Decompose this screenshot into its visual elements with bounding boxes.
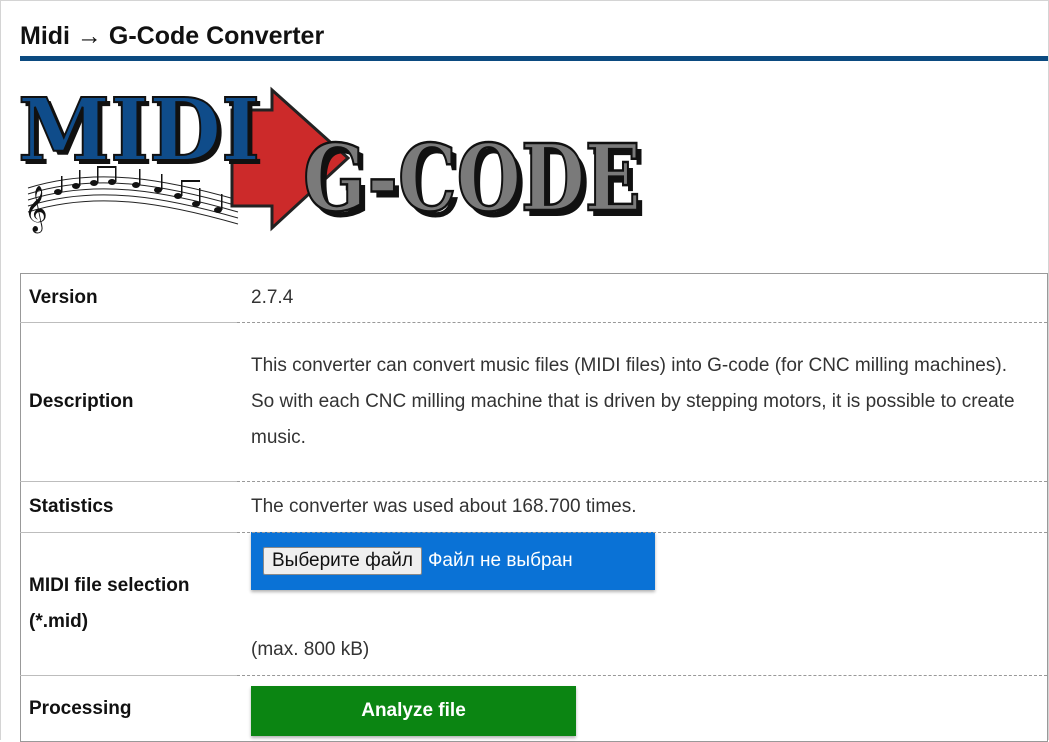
description-value: This converter can convert music files (… <box>237 322 1048 482</box>
table-row-midi-file: MIDI file selection (*.mid) Выберите фай… <box>20 532 1048 676</box>
window-border-left <box>0 0 1 740</box>
version-value: 2.7.4 <box>251 287 294 308</box>
analyze-file-button[interactable]: Analyze file <box>251 685 576 736</box>
table-row-version: Version 2.7.4 <box>21 274 1048 323</box>
processing-label: Processing <box>20 675 237 742</box>
table-row-processing: Processing Analyze file <box>20 675 1048 742</box>
processing-value: Analyze file <box>237 675 1048 742</box>
treble-clef-icon: 𝄞 <box>24 186 48 234</box>
description-line-2: So with each CNC milling machine that is… <box>251 391 1015 448</box>
statistics-value: The converter was used about 168.700 tim… <box>237 481 1048 533</box>
table-row-description: Description This converter can convert m… <box>20 322 1048 482</box>
version-label: Version <box>29 287 98 308</box>
midi-file-value: Выберите файл Файл не выбран (max. 800 k… <box>237 532 1048 676</box>
converter-info-table: Version 2.7.4 Description This converter… <box>20 273 1048 742</box>
description-line-1: This converter can convert music files (… <box>251 355 1007 376</box>
table-row-statistics: Statistics The converter was used about … <box>20 481 1048 533</box>
file-input-box[interactable]: Выберите файл Файл не выбран <box>251 532 655 590</box>
page-title: Midi → G-Code Converter <box>20 22 325 50</box>
logo-midi-text: MIDI <box>18 80 260 181</box>
statistics-label: Statistics <box>20 481 237 533</box>
midi-file-label: MIDI file selection (*.mid) <box>20 532 237 676</box>
file-status-text: Файл не выбран <box>427 550 573 571</box>
description-label: Description <box>20 322 237 482</box>
max-size-note: (max. 800 kB) <box>251 639 370 660</box>
window-border-top <box>0 0 1049 1</box>
midi-to-gcode-logo: 𝄞 MIDI MIDI G-CODE G-CODE <box>18 80 646 238</box>
title-underline <box>20 56 1048 61</box>
logo-gcode-text: G-CODE <box>303 124 641 232</box>
choose-file-button[interactable]: Выберите файл <box>263 547 422 575</box>
